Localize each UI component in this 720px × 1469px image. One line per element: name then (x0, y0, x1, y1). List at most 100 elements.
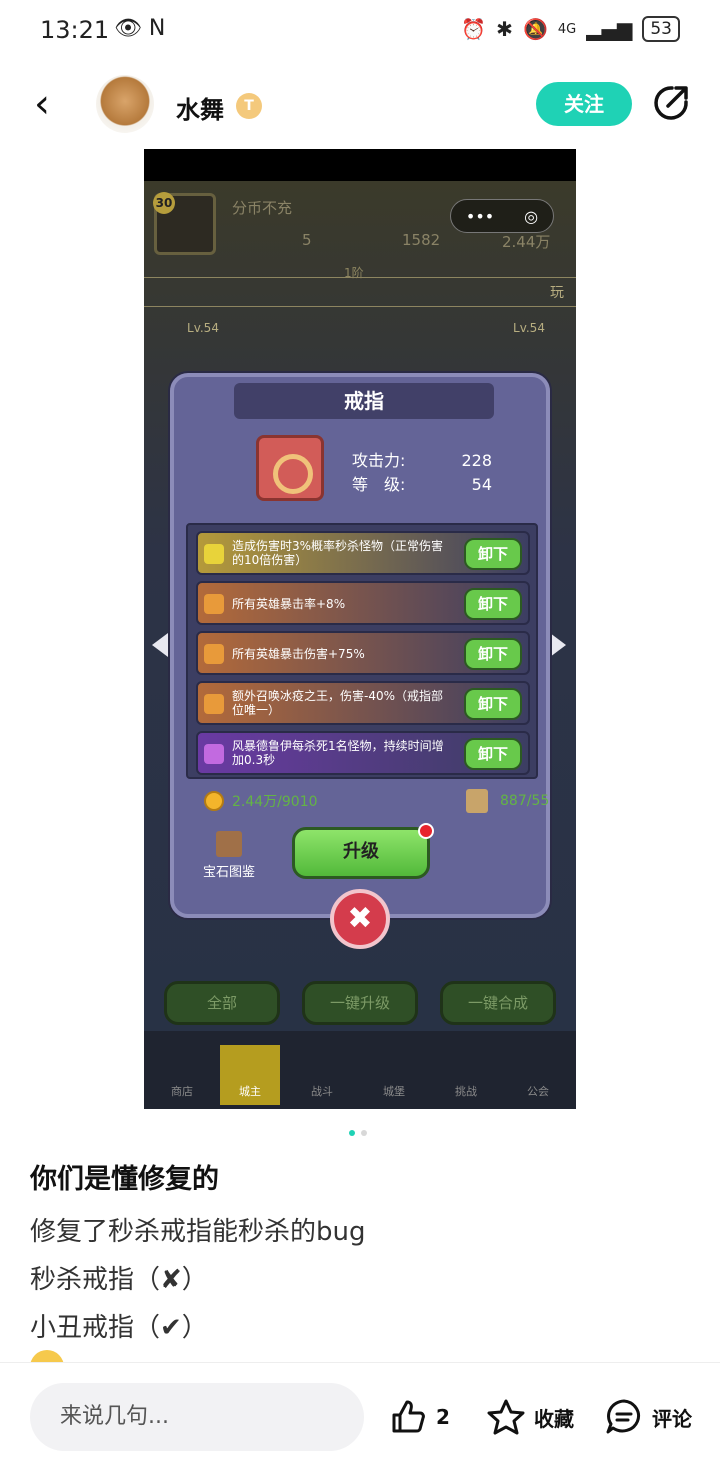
all-button[interactable]: 全部 (164, 981, 280, 1025)
status-time: 13:21 (40, 16, 110, 44)
player-level: 30 (153, 192, 175, 214)
gem-icon (204, 594, 224, 614)
back-icon[interactable]: ‹ (34, 84, 64, 124)
gem-text: 所有英雄暴击率+8% (232, 597, 346, 611)
comment-button[interactable]: 评论 (604, 1393, 692, 1441)
avatar[interactable] (96, 75, 154, 133)
gem-slot: 额外召唤冰疫之王，伤害-40%（戒指部位唯一） 卸下 (196, 681, 530, 725)
post-header: ‹ 水舞 T 关注 (0, 66, 720, 146)
more-icon[interactable]: ••• (466, 207, 494, 226)
book-icon (216, 831, 242, 857)
like-button[interactable]: 2 (388, 1393, 450, 1441)
image-top-bar (144, 149, 576, 181)
upgrade-all-button[interactable]: 一键升级 (302, 981, 418, 1025)
pager-dot-active (349, 1130, 355, 1136)
resource-gold: 2.44万 (502, 233, 551, 251)
nav-challenge[interactable]: 挑战 (436, 1045, 496, 1105)
coin-icon (204, 791, 224, 811)
mute-icon: 🔕 (522, 17, 548, 41)
network-label: 4G (557, 21, 577, 37)
level-label: 等 级: (352, 475, 406, 494)
bottom-action-bar: 来说几句... 2 收藏 评论 (0, 1362, 720, 1469)
right-hero-level: Lv.54 (513, 321, 545, 335)
gem-icon (204, 544, 224, 564)
unequip-button[interactable]: 卸下 (464, 538, 522, 570)
image-pager (349, 1130, 367, 1136)
stage-line: 1阶 玩 (144, 266, 576, 307)
nav-shop[interactable]: 商店 (152, 1045, 212, 1105)
gem-icon (204, 694, 224, 714)
miniprogram-capsule[interactable]: ••• ◎ (450, 199, 554, 233)
post-line: 秒杀戒指（✘） (30, 1265, 208, 1295)
star-icon (487, 1399, 525, 1435)
ring-icon (256, 435, 324, 501)
gem-list: 造成伤害时3%概率秒杀怪物（正常伤害的10倍伤害） 卸下 所有英雄暴击率+8% … (186, 523, 538, 779)
comment-input[interactable]: 来说几句... (30, 1383, 364, 1451)
dialog-title: 戒指 (234, 383, 494, 419)
comment-label: 评论 (652, 1406, 692, 1431)
battery-indicator: 53 (642, 16, 680, 42)
post-image[interactable]: 30 分币不充 5 1582 2.44万 ••• ◎ 1阶 玩 Lv.54 Lv… (144, 149, 576, 1109)
attack-value: 228 (461, 451, 492, 470)
comment-icon (606, 1399, 640, 1434)
stage-right-label: 玩 (550, 285, 564, 301)
gem-codex-button[interactable]: 宝石图鉴 (196, 831, 262, 881)
status-left-icons: 👁 N (114, 16, 166, 41)
scroll-icon (466, 789, 488, 813)
gem-icon (204, 744, 224, 764)
status-right-icons: ⏰ ✱ 🔕 4G ▂▄▆ 53 (461, 16, 680, 42)
share-icon[interactable] (652, 84, 690, 122)
resource-green: 5 (302, 231, 312, 249)
follow-button[interactable]: 关注 (536, 82, 632, 126)
favorite-button[interactable]: 收藏 (486, 1393, 574, 1441)
like-count: 2 (436, 1405, 450, 1429)
scroll-text: 887/55 (500, 793, 550, 809)
gem-codex-label: 宝石图鉴 (202, 865, 255, 880)
ring-dialog: 戒指 攻击力: 228 等 级: 54 造成伤害时3%概率秒杀怪物（正常伤害的10倍… (170, 373, 550, 918)
bluetooth-icon: ✱ (496, 17, 513, 41)
unequip-button[interactable]: 卸下 (464, 738, 522, 770)
gem-slot: 风暴德鲁伊每杀死1名怪物，持续时间增加0.3秒 卸下 (196, 731, 530, 775)
nav-guild[interactable]: 公会 (508, 1045, 568, 1105)
resource-gem: 1582 (402, 231, 441, 249)
level-value: 54 (471, 475, 492, 494)
coin-cost: 2.44万/9010 (204, 791, 318, 811)
attack-label: 攻击力: (352, 451, 406, 470)
nav-battle[interactable]: 战斗 (292, 1045, 352, 1105)
favorite-label: 收藏 (534, 1406, 574, 1431)
post-content: 你们是懂修复的 修复了秒杀戒指能秒杀的bug 秒杀戒指（✘） 小丑戒指（✔） (30, 1162, 690, 1352)
game-bottom: 全部 一键升级 一键合成 商店 城主 战斗 城堡 挑战 公会 (144, 919, 576, 1109)
gem-slot: 所有英雄暴击伤害+75% 卸下 (196, 631, 530, 675)
scroll-cost: 887/55 (466, 789, 549, 813)
gem-slot: 所有英雄暴击率+8% 卸下 (196, 581, 530, 625)
gem-text: 额外召唤冰疫之王，伤害-40%（戒指部位唯一） (232, 689, 444, 717)
nav-castle[interactable]: 城堡 (364, 1045, 424, 1105)
player-name: 分币不充 (232, 199, 293, 217)
stage-center-label: 1阶 (344, 266, 364, 280)
alarm-icon: ⏰ (461, 17, 487, 41)
post-title: 你们是懂修复的 (30, 1164, 219, 1195)
coin-text: 2.44万/9010 (232, 794, 318, 810)
user-badge: T (236, 93, 262, 119)
username[interactable]: 水舞 (176, 90, 224, 125)
gem-slot: 造成伤害时3%概率秒杀怪物（正常伤害的10倍伤害） 卸下 (196, 531, 530, 575)
signal-icon: ▂▄▆ (586, 17, 633, 41)
pager-dot (361, 1130, 367, 1136)
unequip-button[interactable]: 卸下 (464, 638, 522, 670)
gem-text: 造成伤害时3%概率秒杀怪物（正常伤害的10倍伤害） (232, 539, 444, 567)
unequip-button[interactable]: 卸下 (464, 588, 522, 620)
status-bar: 13:21 👁 N ⏰ ✱ 🔕 4G ▂▄▆ 53 (0, 0, 720, 62)
game-nav: 商店 城主 战斗 城堡 挑战 公会 (144, 1031, 576, 1109)
nav-lord[interactable]: 城主 (220, 1045, 280, 1105)
player-avatar: 30 (153, 192, 216, 255)
post-line: 修复了秒杀戒指能秒杀的bug (30, 1217, 366, 1247)
gem-icon (204, 644, 224, 664)
post-line: 小丑戒指（✔） (30, 1313, 208, 1343)
gem-text: 风暴德鲁伊每杀死1名怪物，持续时间增加0.3秒 (232, 739, 444, 767)
merge-all-button[interactable]: 一键合成 (440, 981, 556, 1025)
gem-text: 所有英雄暴击伤害+75% (232, 647, 365, 661)
target-icon[interactable]: ◎ (524, 207, 538, 226)
thumbs-up-icon (392, 1400, 425, 1433)
unequip-button[interactable]: 卸下 (464, 688, 522, 720)
upgrade-button[interactable]: 升级 (292, 827, 430, 879)
